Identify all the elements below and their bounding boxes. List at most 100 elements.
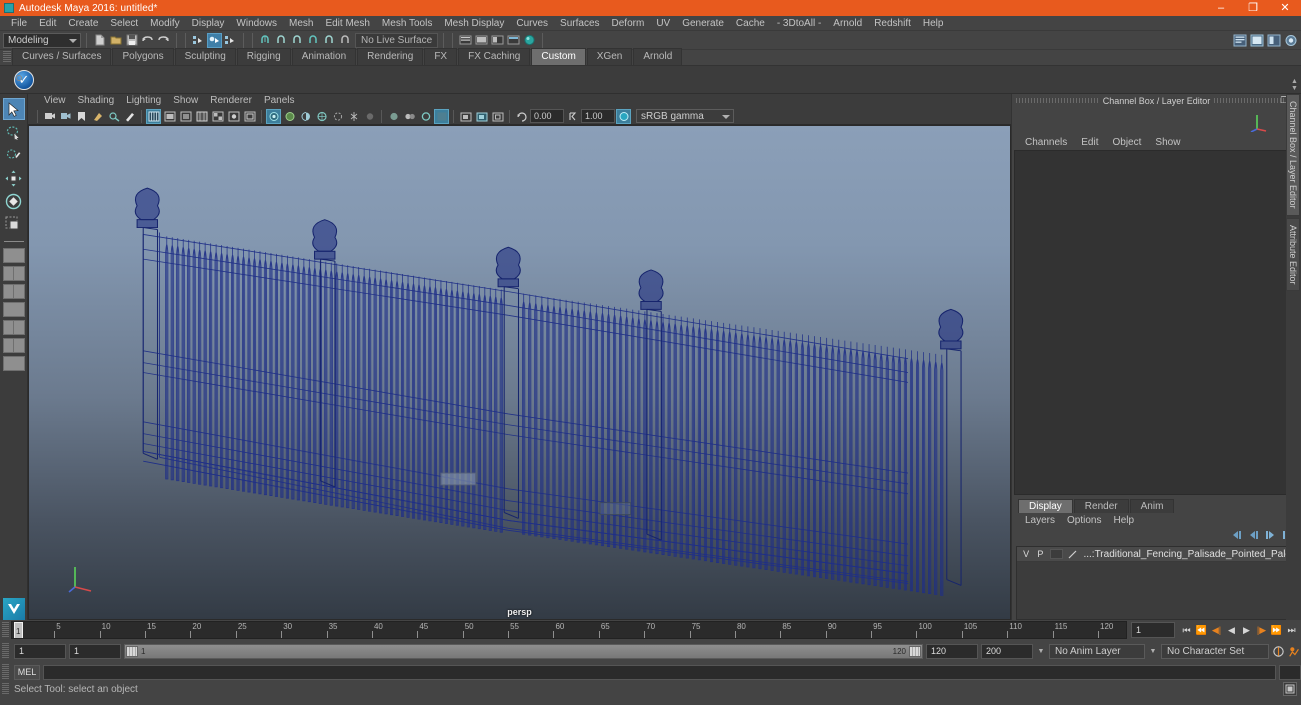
layer-move-up-icon[interactable] <box>1231 530 1242 543</box>
isolate-select-icon[interactable] <box>362 109 377 124</box>
layout-hypershade-button[interactable] <box>2 338 25 353</box>
light-gizmo-icon[interactable] <box>346 109 361 124</box>
range-slider-bar[interactable]: 1 120 <box>124 643 923 659</box>
close-button[interactable]: ✕ <box>1269 0 1301 16</box>
select-tool-button[interactable] <box>2 98 25 120</box>
range-end-handle[interactable] <box>909 645 921 657</box>
menu-item-help[interactable]: Help <box>917 16 950 31</box>
time-slider[interactable]: 5 10 15 20 25 30 35 40 45 50 55 60 65 70 75 80 85 90 95 100… <box>11 621 1127 639</box>
playback-end-time-field[interactable]: 120 <box>926 643 978 659</box>
show-hide-editor-icon[interactable] <box>506 33 521 48</box>
make-live-icon[interactable] <box>338 33 353 48</box>
shelf-tab-custom[interactable]: Custom <box>531 48 586 65</box>
layout-single-perspective-button[interactable] <box>2 248 25 263</box>
layer-playback-toggle[interactable]: P <box>1035 549 1045 559</box>
snap-to-curve-icon[interactable] <box>274 33 289 48</box>
save-scene-icon[interactable] <box>124 33 139 48</box>
rotate-tool-button[interactable] <box>3 190 25 212</box>
snap-to-grid-icon[interactable] <box>258 33 273 48</box>
layer-tab-anim[interactable]: Anim <box>1129 499 1175 513</box>
multisample-anti-aliasing-icon[interactable] <box>314 109 329 124</box>
lasso-tool-button[interactable] <box>3 121 25 143</box>
exposure-field[interactable]: 0.00 <box>530 109 564 123</box>
auto-keyframe-toggle-icon[interactable] <box>1272 644 1285 658</box>
layer-visibility-toggle[interactable]: V <box>1021 549 1031 559</box>
menu-item-redshift[interactable]: Redshift <box>868 16 917 31</box>
undo-icon[interactable] <box>140 33 155 48</box>
step-back-frame-icon[interactable]: ◀| <box>1210 623 1223 637</box>
shelf-tab-rigging[interactable]: Rigging <box>236 48 291 65</box>
use-all-lights-icon[interactable] <box>242 109 257 124</box>
current-frame-field[interactable]: 1 <box>1131 622 1175 638</box>
menu-item-3dtoall[interactable]: - 3DtoAll - <box>771 16 827 31</box>
live-surface-field[interactable]: No Live Surface <box>355 32 439 48</box>
smooth-shade-selected-icon[interactable] <box>178 109 193 124</box>
menu-item-modify[interactable]: Modify <box>144 16 185 31</box>
texture-display-icon[interactable] <box>210 109 225 124</box>
viewport-menu-show[interactable]: Show <box>167 94 204 108</box>
render-sphere-icon[interactable] <box>522 33 537 48</box>
channel-box-menu-edit[interactable]: Edit <box>1075 135 1104 150</box>
show-hide-tool-settings-icon[interactable] <box>474 33 489 48</box>
shelf-tab-sculpting[interactable]: Sculpting <box>174 48 236 65</box>
perspective-viewport[interactable]: persp <box>28 125 1011 620</box>
menu-item-mesh-display[interactable]: Mesh Display <box>438 16 510 31</box>
layer-menu-help[interactable]: Help <box>1107 513 1140 528</box>
layer-row[interactable]: V P ...:Traditional_Fencing_Palisade_Point… <box>1017 547 1296 562</box>
smooth-shade-all-icon[interactable] <box>162 109 177 124</box>
viewport-menu-lighting[interactable]: Lighting <box>120 94 167 108</box>
snap-to-point-icon[interactable] <box>290 33 305 48</box>
image-plane-icon[interactable] <box>90 109 105 124</box>
gamma-field[interactable]: 1.00 <box>581 109 615 123</box>
layout-preset-menu-button[interactable] <box>2 356 25 371</box>
scale-tool-button[interactable] <box>3 213 25 235</box>
exposure-reset-icon[interactable] <box>434 108 449 124</box>
layer-tab-render[interactable]: Render <box>1073 499 1129 513</box>
animation-preferences-icon[interactable] <box>1288 644 1301 658</box>
display-layer-list[interactable]: V P ...:Traditional_Fencing_Palisade_Point… <box>1016 546 1297 620</box>
animation-end-time-field[interactable]: 200 <box>981 643 1033 659</box>
layer-tab-display[interactable]: Display <box>1018 499 1073 513</box>
viewport-menu-shading[interactable]: Shading <box>72 94 121 108</box>
step-forward-frame-icon[interactable]: |▶ <box>1255 623 1268 637</box>
layout-persp-outliner-button[interactable] <box>2 302 25 317</box>
wireframe-shading-icon[interactable] <box>146 108 161 124</box>
layout-four-view-button[interactable] <box>2 266 25 281</box>
panel-drag-handle[interactable] <box>1016 98 1099 103</box>
character-set-selector[interactable]: No Character Set <box>1161 643 1269 659</box>
playback-start-time-field[interactable]: 1 <box>69 643 121 659</box>
shelf-scroll-arrows[interactable]: ▲ ▼ <box>1290 78 1299 92</box>
xray-active-components-icon[interactable] <box>418 109 433 124</box>
layer-menu-layers[interactable]: Layers <box>1019 513 1061 528</box>
xray-mode-icon[interactable] <box>386 109 401 124</box>
script-editor-button[interactable] <box>1279 664 1301 680</box>
layout-persp-graph-button[interactable] <box>2 320 25 335</box>
menu-item-surfaces[interactable]: Surfaces <box>554 16 605 31</box>
menu-item-curves[interactable]: Curves <box>510 16 554 31</box>
color-management-toggle-icon[interactable] <box>616 108 631 124</box>
vertical-tab-attribute-editor[interactable]: Attribute Editor <box>1286 217 1300 292</box>
help-line-drag-handle[interactable] <box>2 683 9 694</box>
show-hide-channel-box-icon[interactable] <box>490 33 505 48</box>
open-scene-icon[interactable] <box>108 33 123 48</box>
new-layer-icon[interactable] <box>1265 530 1276 543</box>
snap-to-projected-center-icon[interactable] <box>306 33 321 48</box>
select-camera-icon[interactable] <box>42 109 57 124</box>
viewport-menu-panels[interactable]: Panels <box>258 94 301 108</box>
viewport-snapshot-icon[interactable] <box>458 109 473 124</box>
current-time-indicator[interactable]: 1 <box>14 622 23 638</box>
viewport-menu-view[interactable]: View <box>38 94 72 108</box>
minimize-button[interactable]: – <box>1205 0 1237 16</box>
menu-item-generate[interactable]: Generate <box>676 16 730 31</box>
menu-item-mesh[interactable]: Mesh <box>283 16 319 31</box>
two-dimensional-pan-zoom-icon[interactable] <box>106 109 121 124</box>
paint-select-tool-button[interactable] <box>3 144 25 166</box>
vertical-tab-channel-box-layer-editor[interactable]: Channel Box / Layer Editor <box>1286 94 1300 216</box>
go-to-start-icon[interactable]: ⏮ <box>1180 623 1193 637</box>
layer-move-down-icon[interactable] <box>1248 530 1259 543</box>
camera-attributes-icon[interactable] <box>58 109 73 124</box>
sidebar-attribute-editor-icon[interactable] <box>1232 33 1247 48</box>
ambient-occlusion-icon[interactable] <box>282 109 297 124</box>
animation-start-time-field[interactable]: 1 <box>14 643 66 659</box>
shadows-icon[interactable] <box>266 108 281 124</box>
